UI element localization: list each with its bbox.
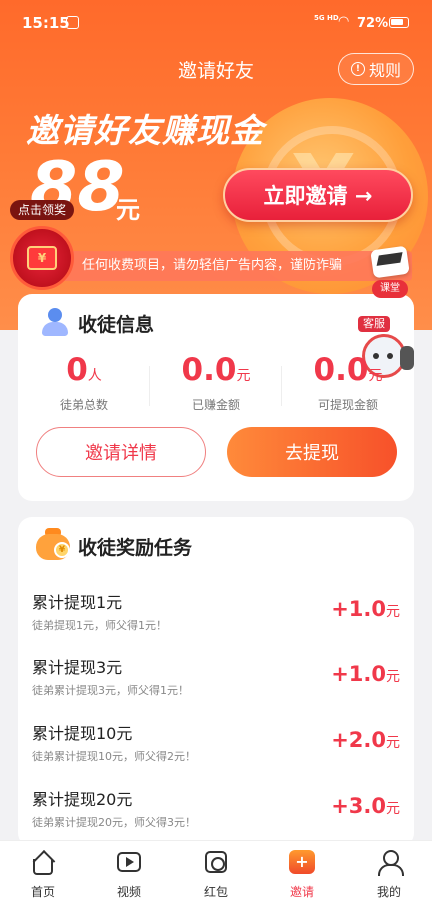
task-reward: +3.0元 [331,794,400,818]
reward-tasks-title: 收徒奖励任务 [78,537,193,559]
tab-profile[interactable]: 我的 [346,849,432,907]
stat-label: 可提现金额 [317,398,378,412]
reward-unit: 元 [386,735,400,751]
user-icon [38,308,70,336]
bottom-tab-bar: 首页 视频 红包 邀请 我的 [0,840,432,910]
rules-button[interactable]: ! 规则 [338,53,414,85]
video-icon [116,849,142,875]
task-title: 累计提现20元 [32,790,133,809]
task-reward: +1.0元 [331,597,400,621]
task-reward: +1.0元 [331,662,400,686]
redpacket-float-button[interactable]: ¥ [10,226,74,290]
reward-value: +2.0 [331,728,386,752]
reward-unit: 元 [386,604,400,620]
stat-earned-amount: 0.0元 已赚金额 [150,352,282,413]
apprentice-info-card: 收徒信息 客服 0人 徒弟总数 0.0元 已赚金额 0.0元 可提现金额 邀请详… [18,294,414,501]
stat-value: 0.0 [181,352,237,388]
task-desc: 徒弟提现1元，师父得1元！ [32,619,167,632]
stat-apprentice-count: 0人 徒弟总数 [18,352,150,413]
tab-home[interactable]: 首页 [0,849,86,907]
status-time: 15:15 [22,14,70,32]
reward-unit: 元 [386,801,400,817]
task-row[interactable]: 累计提现20元 徒弟累计提现20元，师父得3元！ +3.0元 [18,786,414,847]
tab-label: 邀请 [289,885,314,899]
tab-label: 红包 [203,885,228,899]
apprentice-info-title: 收徒信息 [78,314,155,336]
customer-service-label: 客服 [358,316,390,332]
tab-invite[interactable]: 邀请 [259,849,345,907]
reward-tasks-card: ¥ 收徒奖励任务 累计提现1元 徒弟提现1元，师父得1元！ +1.0元 累计提现… [18,517,414,847]
stat-value: 0.0 [313,352,369,388]
reward-unit: 元 [386,669,400,685]
redpacket-icon: ¥ [27,246,57,270]
stat-withdrawable-amount: 0.0元 可提现金额 [282,352,414,413]
tab-label: 我的 [376,885,401,899]
hero-amount-unit: 元 [116,196,140,224]
stat-unit: 人 [87,368,102,384]
wifi-icon: ◠ [338,14,350,29]
info-icon: ! [350,62,365,76]
status-bar: 15:15 5G HD ◠ 72% [0,0,432,48]
task-title: 累计提现3元 [32,658,123,677]
battery-icon [389,17,409,28]
reward-value: +3.0 [331,794,386,818]
reward-value: +1.0 [331,662,386,686]
reward-value: +1.0 [331,597,386,621]
tab-video[interactable]: 视频 [86,849,172,907]
task-desc: 徒弟累计提现20元，师父得3元！ [32,816,196,829]
rules-label: 规则 [368,61,401,80]
home-icon [30,849,56,875]
battery-percent: 72% [357,16,389,31]
stat-value: 0 [66,352,88,388]
invite-icon [289,849,315,875]
task-row[interactable]: 累计提现1元 徒弟提现1元，师父得1元！ +1.0元 [18,589,414,655]
classroom-label: 课堂 [372,280,408,298]
task-row[interactable]: 累计提现3元 徒弟累计提现3元，师父得1元！ +1.0元 [18,654,414,720]
task-row[interactable]: 累计提现10元 徒弟累计提现10元，师父得2元！ +2.0元 [18,720,414,786]
tab-label: 首页 [30,885,55,899]
profile-icon [376,849,404,876]
invite-details-button[interactable]: 邀请详情 [36,427,206,477]
redpacket-icon [203,849,229,875]
stat-unit: 元 [368,368,383,384]
task-title: 累计提现1元 [32,593,123,612]
anti-fraud-notice: 任何收费项目，请勿轻信广告内容，谨防诈骗 [62,251,412,281]
invite-now-button[interactable]: 立即邀请 → [223,168,413,222]
stat-label: 已赚金额 [191,398,240,412]
claim-reward-badge[interactable]: 点击领奖 [10,200,75,220]
task-reward: +2.0元 [331,728,400,752]
task-title: 累计提现10元 [32,724,133,743]
graduation-cap-icon [370,245,410,279]
classroom-float-button[interactable]: 课堂 [366,245,414,298]
stat-label: 徒弟总数 [59,398,108,412]
task-desc: 徒弟累计提现10元，师父得2元！ [32,750,196,763]
task-desc: 徒弟累计提现3元，师父得1元！ [32,684,189,697]
stat-unit: 元 [236,368,251,384]
money-bag-icon: ¥ [36,528,72,560]
notification-icon [66,16,79,29]
signal-icon: 5G HD [314,14,339,22]
coin-icon: ¥ [54,542,70,558]
tab-redpacket[interactable]: 红包 [173,849,259,907]
hero-headline: 邀请好友赚现金 [26,111,264,150]
tab-label: 视频 [116,885,141,899]
withdraw-button[interactable]: 去提现 [227,427,397,477]
